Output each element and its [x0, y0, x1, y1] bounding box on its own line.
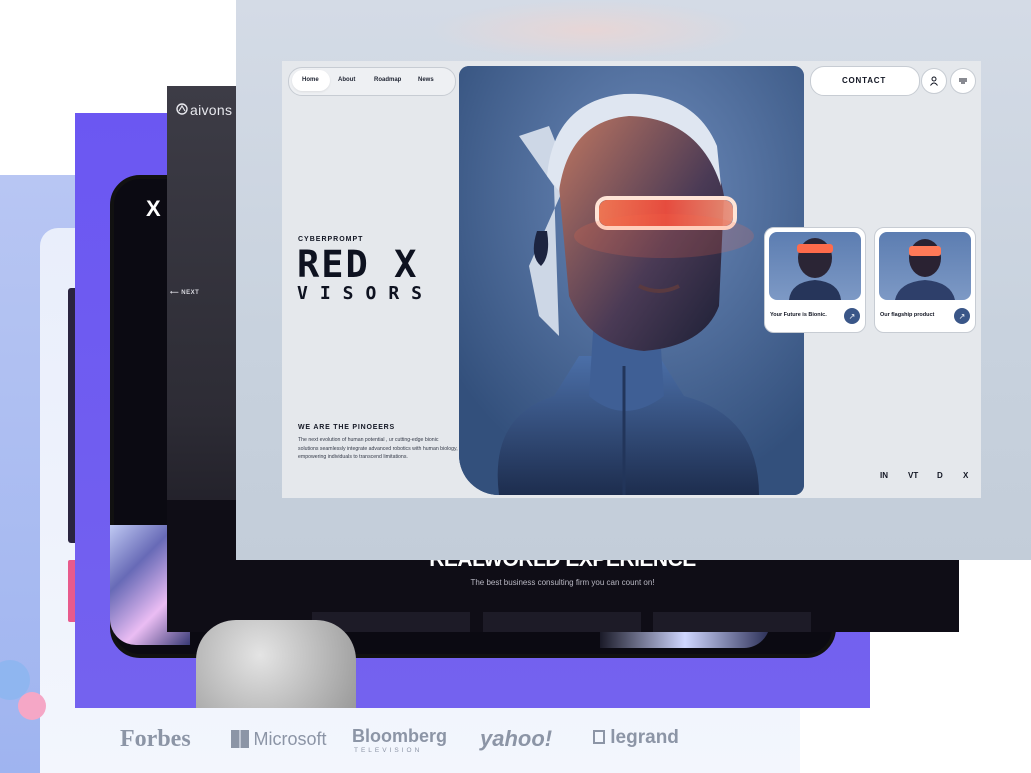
cyborg-portrait-image: [459, 66, 804, 495]
feature-card-photo: [895, 239, 955, 300]
brand-label: CYBERPROMPT: [298, 236, 364, 243]
logo-yahoo: yahoo!: [480, 726, 553, 751]
social-link-d[interactable]: D: [937, 471, 943, 480]
microsoft-icon: [231, 730, 249, 748]
logo-bloomberg-tv: TELEVISION: [354, 747, 423, 754]
arrow-up-right-icon[interactable]: ↗: [954, 308, 970, 324]
feature-card-photo: [789, 238, 841, 300]
decorative-blob: [18, 692, 46, 720]
front-glow: [430, 0, 750, 60]
statue-image: [196, 620, 356, 708]
hero-portrait: [459, 66, 804, 495]
logo-microsoft: Microsoft: [231, 729, 326, 750]
social-link-vt[interactable]: VT: [908, 471, 918, 480]
aivons-logo-icon: [176, 103, 188, 115]
nav-item-roadmap[interactable]: Roadmap: [374, 77, 401, 83]
nav-item-home[interactable]: Home: [302, 77, 319, 83]
legrand-icon: [593, 730, 605, 744]
purple-logo: X: [146, 196, 161, 221]
feature-card-image: [769, 232, 861, 300]
feature-card-image: [879, 232, 971, 300]
contact-label: CONTACT: [841, 76, 887, 85]
logo-forbes: Forbes: [120, 726, 191, 752]
arrow-up-right-icon[interactable]: ↗: [844, 308, 860, 324]
pioneers-description: The next evolution of human potential , …: [298, 437, 458, 461]
logo-bloomberg: Bloomberg: [352, 726, 448, 746]
logo-legrand-label: legrand: [610, 727, 679, 748]
hero-subtitle: VISORS: [297, 283, 435, 304]
aivons-feature-card: [483, 612, 641, 632]
menu-icon: [959, 78, 967, 84]
social-link-in[interactable]: IN: [880, 471, 888, 480]
user-icon: [930, 76, 938, 86]
aivons-feature-card: [653, 612, 811, 632]
social-link-x[interactable]: X: [963, 471, 968, 480]
aivons-subheadline: The best business consulting firm you ca…: [470, 578, 655, 587]
next-link[interactable]: ⟵ NEXT: [170, 289, 199, 296]
hero-title: RED X: [297, 243, 419, 286]
feature-card-label: Our flagship product: [880, 312, 935, 318]
aivons-logo: aivons: [190, 102, 233, 118]
nav-item-news[interactable]: News: [418, 77, 434, 83]
feature-card[interactable]: Your Future is Bionic. ↗: [764, 227, 866, 333]
pioneers-heading: WE ARE THE PINOEERS: [298, 424, 396, 431]
next-label: NEXT: [181, 290, 200, 296]
user-button[interactable]: [921, 68, 947, 94]
feature-card-label: Your Future is Bionic.: [770, 312, 827, 318]
logo-microsoft-label: Microsoft: [253, 729, 327, 749]
feature-card[interactable]: Our flagship product ↗: [874, 227, 976, 333]
client-logos: Forbes Microsoft Bloomberg TELEVISION ya…: [108, 718, 728, 758]
arrow-left-icon: ⟵: [170, 290, 182, 296]
menu-button[interactable]: [950, 68, 976, 94]
nav-item-about[interactable]: About: [338, 77, 355, 83]
logo-legrand: legrand: [593, 727, 679, 749]
